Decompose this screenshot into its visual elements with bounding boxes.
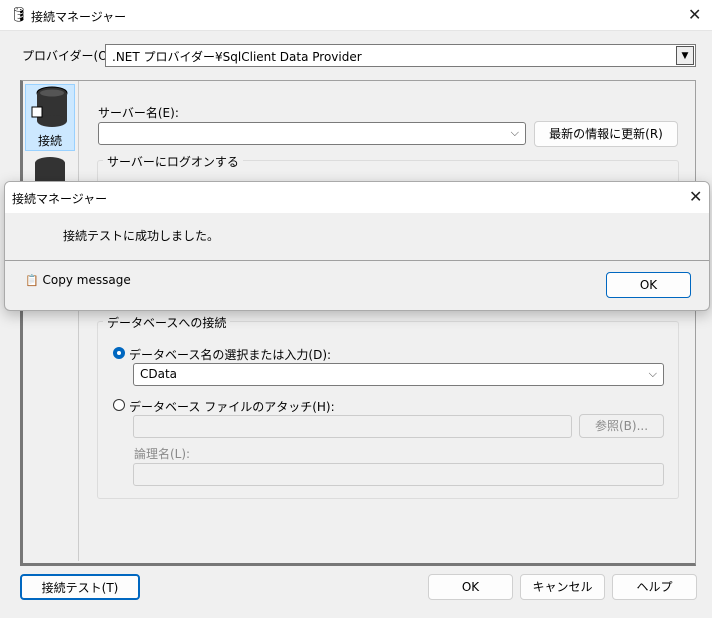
chevron-down-icon[interactable]: ⌵ [511, 126, 519, 140]
title-bar: 🛢 接続マネージャー ✕ [0, 0, 712, 31]
select-db-label: データベース名の選択または入力(D): [129, 348, 332, 362]
close-icon[interactable]: ✕ [689, 187, 702, 206]
chevron-down-icon[interactable]: ⌵ [649, 367, 657, 381]
database-icon: 🛢 [10, 7, 28, 23]
message-dialog: 接続マネージャー ✕ 接続テストに成功しました。 📋 Copy message … [4, 181, 710, 311]
provider-select[interactable]: .NET プロバイダー¥SqlClient Data Provider ▼ [105, 44, 696, 67]
copy-icon: 📋 [25, 274, 39, 287]
database-value: CData [140, 367, 178, 381]
help-button[interactable]: ヘルプ [612, 574, 697, 600]
divider [5, 260, 709, 261]
copy-message-label: Copy message [42, 273, 131, 287]
database-group-label: データベースへの接続 [103, 314, 231, 331]
dialog-message: 接続テストに成功しました。 [63, 229, 220, 243]
ok-button[interactable]: OK [428, 574, 513, 600]
attach-db-label: データベース ファイルのアタッチ(H): [129, 400, 335, 414]
database-select[interactable]: CData ⌵ [133, 363, 664, 386]
provider-label: プロバイダー(O): [22, 49, 117, 63]
sidebar: 接続 [23, 81, 79, 561]
server-label: サーバー名(E): [98, 106, 179, 120]
close-icon[interactable]: ✕ [688, 5, 701, 24]
window-title: 接続マネージャー [31, 10, 127, 24]
dialog-ok-button[interactable]: OK [606, 272, 691, 298]
chevron-down-icon[interactable]: ▼ [676, 46, 694, 65]
dialog-title: 接続マネージャー [12, 192, 108, 206]
copy-message-link[interactable]: 📋 Copy message [25, 273, 131, 287]
sidebar-item-connection[interactable]: 接続 [25, 84, 75, 151]
attach-db-radio[interactable] [113, 399, 125, 411]
dialog-title-bar: 接続マネージャー ✕ [5, 182, 709, 213]
test-connection-button[interactable]: 接続テスト(T) [20, 574, 140, 600]
logical-name-label: 論理名(L): [134, 447, 191, 461]
sidebar-item-label: 接続 [37, 134, 62, 148]
provider-value: .NET プロバイダー¥SqlClient Data Provider [112, 50, 362, 64]
cancel-button[interactable]: キャンセル [520, 574, 605, 600]
database-plug-icon [31, 86, 68, 127]
refresh-button[interactable]: 最新の情報に更新(R) [534, 121, 678, 147]
select-db-radio[interactable] [113, 347, 125, 359]
logon-group-label: サーバーにログオンする [103, 153, 243, 170]
server-input[interactable]: ⌵ [98, 122, 526, 145]
browse-button[interactable]: 参照(B)... [579, 414, 664, 438]
attach-file-input[interactable] [133, 415, 572, 438]
logical-name-input[interactable] [133, 463, 664, 486]
